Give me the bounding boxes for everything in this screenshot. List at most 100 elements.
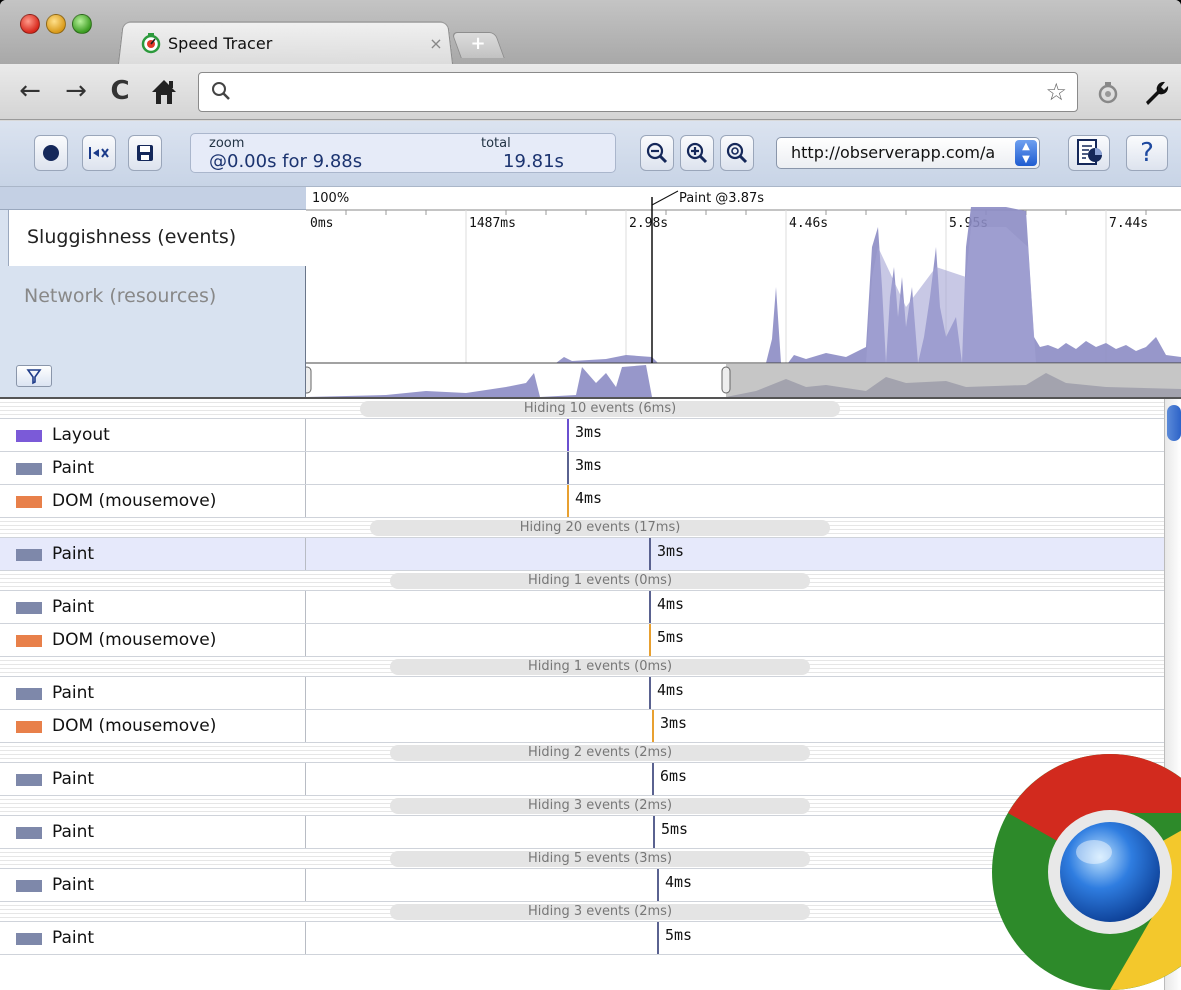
event-time-marker bbox=[652, 763, 654, 795]
column-divider bbox=[305, 485, 306, 517]
event-row[interactable]: Paint 3ms bbox=[0, 538, 1164, 571]
save-button[interactable] bbox=[128, 135, 162, 171]
help-button[interactable]: ? bbox=[1126, 135, 1168, 171]
hidden-events-row[interactable]: Hiding 20 events (17ms) bbox=[0, 518, 1164, 538]
event-label: Paint bbox=[52, 822, 95, 842]
column-divider bbox=[305, 869, 306, 901]
forward-button[interactable]: → bbox=[60, 74, 92, 108]
wrench-icon[interactable] bbox=[1140, 78, 1170, 108]
range-end-handle[interactable] bbox=[721, 366, 731, 394]
zoom-in-button[interactable] bbox=[680, 135, 714, 171]
range-start-handle[interactable] bbox=[306, 366, 312, 394]
filter-button[interactable] bbox=[16, 365, 52, 387]
hidden-events-row[interactable]: Hiding 10 events (6ms) bbox=[0, 399, 1164, 419]
tick-label: 1487ms bbox=[469, 216, 516, 231]
tab-close-icon[interactable]: × bbox=[426, 34, 446, 53]
event-type-swatch bbox=[16, 430, 42, 442]
graph-percent-label: 100% bbox=[312, 191, 349, 206]
tab-sluggishness-label: Sluggishness (events) bbox=[27, 226, 237, 248]
column-divider bbox=[305, 710, 306, 742]
report-icon bbox=[1077, 139, 1102, 165]
window-close-button[interactable] bbox=[20, 14, 40, 34]
home-icon[interactable] bbox=[148, 74, 180, 108]
hidden-events-row[interactable]: Hiding 1 events (0ms) bbox=[0, 657, 1164, 677]
tick-label: 2.98s bbox=[629, 216, 668, 231]
column-divider bbox=[305, 538, 306, 570]
record-icon bbox=[43, 145, 59, 161]
event-duration: 3ms bbox=[575, 456, 603, 474]
plus-icon[interactable]: + bbox=[466, 33, 490, 55]
tick-label: 7.44s bbox=[1109, 216, 1148, 231]
event-type-swatch bbox=[16, 463, 42, 475]
column-divider bbox=[305, 452, 306, 484]
report-button[interactable] bbox=[1068, 135, 1110, 171]
zoom-info-panel: zoom @0.00s for 9.88s total 19.81s bbox=[190, 133, 616, 173]
event-time-marker bbox=[649, 538, 651, 570]
event-time-marker bbox=[653, 816, 655, 848]
event-duration: 3ms bbox=[660, 714, 688, 732]
window-zoom-button[interactable] bbox=[72, 14, 92, 34]
scrollbar-thumb[interactable] bbox=[1167, 405, 1181, 441]
hidden-events-label[interactable]: Hiding 10 events (6ms) bbox=[360, 401, 840, 417]
event-row[interactable]: Paint 4ms bbox=[0, 677, 1164, 710]
sluggishness-area-shade bbox=[866, 227, 1036, 363]
event-time-marker bbox=[649, 591, 651, 623]
page-url-select[interactable]: http://observerapp.com/a ▲ ▼ bbox=[776, 137, 1040, 169]
filter-funnel-icon bbox=[26, 369, 42, 385]
browser-window: Speed Tracer × + ← → C ☆ zoom @0.00s for… bbox=[0, 0, 1181, 990]
column-divider bbox=[305, 763, 306, 795]
browser-toolbar: ← → C ☆ bbox=[0, 64, 1181, 120]
hidden-events-label[interactable]: Hiding 2 events (2ms) bbox=[390, 745, 810, 761]
speed-tracer-extension-icon[interactable] bbox=[1095, 80, 1121, 106]
tick-label: 4.46s bbox=[789, 216, 828, 231]
bookmark-star-icon[interactable]: ☆ bbox=[1045, 80, 1067, 104]
hidden-events-label[interactable]: Hiding 1 events (0ms) bbox=[390, 573, 810, 589]
event-row[interactable]: DOM (mousemove) 3ms bbox=[0, 710, 1164, 743]
event-time-marker bbox=[657, 869, 659, 901]
event-row[interactable]: DOM (mousemove) 4ms bbox=[0, 485, 1164, 518]
event-type-swatch bbox=[16, 933, 42, 945]
event-label: Paint bbox=[52, 769, 95, 789]
chrome-logo-icon bbox=[992, 754, 1181, 990]
event-type-swatch bbox=[16, 721, 42, 733]
event-type-swatch bbox=[16, 602, 42, 614]
event-label: Paint bbox=[52, 544, 95, 564]
event-type-swatch bbox=[16, 549, 42, 561]
back-button[interactable]: ← bbox=[14, 74, 46, 108]
sluggishness-graph[interactable]: 100% 0ms 1487ms 2.98s 4.46s 5.95s 7.44s … bbox=[306, 187, 1181, 397]
column-divider bbox=[305, 677, 306, 709]
zoom-out-icon bbox=[646, 142, 668, 164]
record-button[interactable] bbox=[34, 135, 68, 171]
tab-network[interactable]: Network (resources) bbox=[24, 285, 216, 307]
zoom-out-button[interactable] bbox=[640, 135, 674, 171]
address-bar[interactable]: ☆ bbox=[198, 72, 1078, 112]
clear-data-button[interactable] bbox=[82, 135, 116, 171]
reload-button[interactable]: C bbox=[104, 74, 136, 108]
event-row[interactable]: DOM (mousemove) 5ms bbox=[0, 624, 1164, 657]
event-time-marker bbox=[657, 922, 659, 954]
tab-content[interactable]: Speed Tracer × bbox=[136, 28, 446, 58]
select-arrows-icon: ▲ ▼ bbox=[1015, 140, 1037, 166]
hidden-events-label[interactable]: Hiding 3 events (2ms) bbox=[390, 798, 810, 814]
event-row[interactable]: Paint 4ms bbox=[0, 591, 1164, 624]
clear-icon bbox=[89, 147, 109, 159]
hidden-events-label[interactable]: Hiding 1 events (0ms) bbox=[390, 659, 810, 675]
event-duration: 4ms bbox=[575, 489, 603, 507]
zoom-fit-icon bbox=[726, 142, 748, 164]
event-time-marker bbox=[567, 452, 569, 484]
event-duration: 4ms bbox=[657, 681, 685, 699]
total-label: total bbox=[481, 136, 511, 151]
event-row[interactable]: Layout 3ms bbox=[0, 419, 1164, 452]
hidden-events-label[interactable]: Hiding 3 events (2ms) bbox=[390, 904, 810, 920]
hidden-events-row[interactable]: Hiding 1 events (0ms) bbox=[0, 571, 1164, 591]
window-minimize-button[interactable] bbox=[46, 14, 66, 34]
hidden-events-label[interactable]: Hiding 20 events (17ms) bbox=[370, 520, 830, 536]
search-icon bbox=[212, 82, 230, 100]
event-type-swatch bbox=[16, 827, 42, 839]
event-row[interactable]: Paint 3ms bbox=[0, 452, 1164, 485]
tab-sluggishness[interactable]: Sluggishness (events) bbox=[8, 210, 306, 266]
event-duration: 5ms bbox=[665, 926, 693, 944]
event-label: Paint bbox=[52, 875, 95, 895]
hidden-events-label[interactable]: Hiding 5 events (3ms) bbox=[390, 851, 810, 867]
zoom-to-fit-button[interactable] bbox=[720, 135, 754, 171]
